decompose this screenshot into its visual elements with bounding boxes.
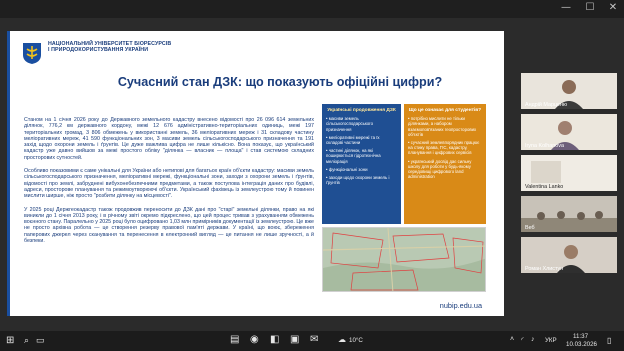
list-item: заходи щодо охорони земель і ґрунтів bbox=[326, 175, 397, 185]
browser-icon[interactable]: ◉ bbox=[250, 334, 259, 345]
task-view-icon[interactable]: ▭ bbox=[36, 335, 45, 346]
list-item: меліоративні мережі та їх складові части… bbox=[326, 135, 397, 145]
info-box-ukrainian-extensions: Українські продовження ДЗК масиви земель… bbox=[322, 104, 401, 224]
weather-icon: ☁ bbox=[338, 335, 346, 344]
info-box-title: Що це означає для студентів? bbox=[408, 108, 482, 113]
slide-body: Станом на 1 січня 2026 року до Державног… bbox=[24, 117, 314, 251]
weather-temp[interactable]: 10°C bbox=[349, 337, 363, 344]
participant-tile[interactable]: Роман Хлистун bbox=[521, 237, 617, 273]
participant-tile[interactable]: Valentina Lanko bbox=[521, 155, 617, 191]
list-item: потрібно мислити не тільки ділянками, а … bbox=[408, 116, 482, 137]
clock-date[interactable]: 10.03.2026 bbox=[566, 341, 597, 348]
participant-name: Веб bbox=[525, 225, 535, 231]
list-item: сучасний землевпорядник працює на стику … bbox=[408, 140, 482, 156]
list-item: український досвід дає сильну школу для … bbox=[408, 159, 482, 180]
participant-name: Андрій Марценю bbox=[525, 102, 568, 108]
presentation-slide: НАЦІОНАЛЬНИЙ УНІВЕРСИТЕТ БІОРЕСУРСІВ І П… bbox=[7, 31, 504, 316]
paragraph-1: Станом на 1 січня 2026 року до Державног… bbox=[24, 117, 314, 161]
paragraph-2: Особливо показовими є саме унікальні для… bbox=[24, 168, 314, 200]
slide-title: Сучасний стан ДЗК: що показують офіційні… bbox=[117, 75, 443, 89]
university-name-line2: І ПРИРОДОКОРИСТУВАННЯ УКРАЇНИ bbox=[48, 47, 149, 54]
slide-url: nubip.edu.ua bbox=[439, 301, 482, 310]
close-button[interactable]: ✕ bbox=[606, 2, 620, 14]
participant-name: Iryna Kolhanova bbox=[525, 143, 564, 149]
maximize-button[interactable]: ☐ bbox=[583, 2, 597, 14]
participant-tile[interactable]: Андрій Марценю bbox=[521, 73, 617, 109]
cadastral-map-image bbox=[322, 227, 486, 292]
wifi-icon[interactable]: ◜ bbox=[521, 336, 524, 344]
list-item: масиви земель сільськогосподарського при… bbox=[326, 116, 397, 132]
paragraph-3: У 2025 році Держгеокадастр також продовж… bbox=[24, 206, 314, 245]
tray-chevron-icon[interactable]: ˄ bbox=[510, 336, 514, 343]
list-item: функціональні зони bbox=[326, 167, 397, 172]
explorer-icon[interactable]: ▤ bbox=[230, 334, 239, 345]
mail-icon[interactable]: ✉ bbox=[310, 334, 318, 345]
participants-panel: Андрій Марценю Iryna Kolhanova Valentina… bbox=[521, 73, 617, 278]
participant-name: Роман Хлистун bbox=[525, 266, 564, 272]
clock-time[interactable]: 11:37 bbox=[573, 333, 588, 340]
volume-icon[interactable]: ♪ bbox=[531, 336, 535, 343]
windows-start-icon[interactable]: ⊞ bbox=[6, 335, 14, 346]
teams-icon[interactable]: ◧ bbox=[270, 334, 279, 345]
language-indicator[interactable]: УКР bbox=[545, 337, 557, 344]
participant-video bbox=[521, 196, 617, 232]
meeting-stage: НАЦІОНАЛЬНИЙ УНІВЕРСИТЕТ БІОРЕСУРСІВ І П… bbox=[0, 18, 624, 331]
participant-tile[interactable]: Iryna Kolhanova bbox=[521, 114, 617, 150]
participant-name: Valentina Lanko bbox=[525, 184, 564, 190]
participant-tile[interactable]: Веб bbox=[521, 196, 617, 232]
search-icon[interactable]: ⌕ bbox=[24, 335, 29, 346]
info-box-students: Що це означає для студентів? потрібно ми… bbox=[404, 104, 486, 224]
word-icon[interactable]: ▣ bbox=[290, 334, 299, 345]
notifications-icon[interactable]: ▯ bbox=[607, 336, 611, 345]
info-box-title: Українські продовження ДЗК bbox=[327, 108, 396, 113]
university-name: НАЦІОНАЛЬНИЙ УНІВЕРСИТЕТ БІОРЕСУРСІВ І П… bbox=[48, 41, 208, 54]
windows-taskbar: ⊞ ⌕ ▭ ▤ ◉ ◧ ▣ ✉ ☁ 10°C ˄ ◜ ♪ УКР 11:37 1… bbox=[0, 331, 624, 351]
window-titlebar: — ☐ ✕ bbox=[0, 0, 624, 18]
university-logo bbox=[21, 41, 43, 65]
minimize-button[interactable]: — bbox=[559, 2, 573, 14]
list-item: частині ділянок, на які поширюється гідр… bbox=[326, 148, 397, 164]
